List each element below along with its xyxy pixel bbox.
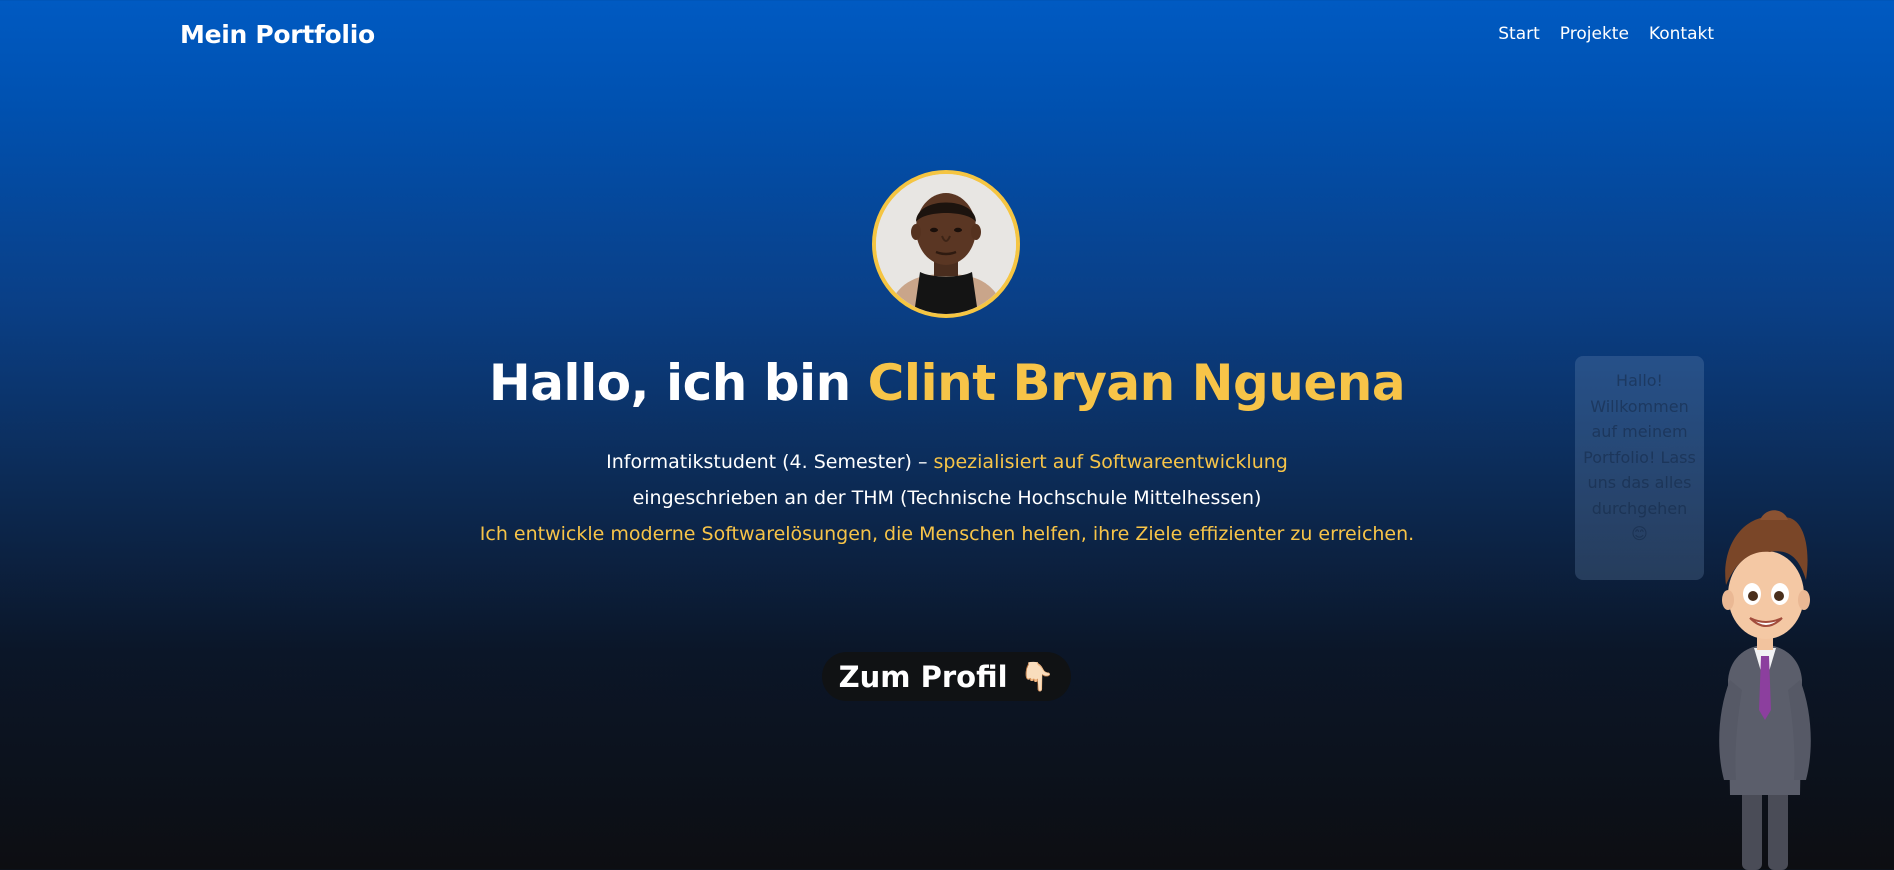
line1-highlight: spezialisiert auf Softwareentwicklung <box>933 451 1288 473</box>
profile-button-label: Zum Profil <box>838 659 1008 694</box>
site-header: Mein Portfolio Start Projekte Kontakt <box>0 0 1894 72</box>
nav-link-start[interactable]: Start <box>1498 24 1540 44</box>
profile-button[interactable]: Zum Profil 👇🏻 <box>822 652 1071 701</box>
mascot-character[interactable] <box>1700 510 1830 870</box>
brand-logo[interactable]: Mein Portfolio <box>180 20 375 49</box>
pointing-down-icon: 👇🏻 <box>1019 660 1055 693</box>
nav-link-kontakt[interactable]: Kontakt <box>1649 24 1714 44</box>
headline-prefix: Hallo, ich bin <box>488 354 868 412</box>
profile-photo <box>872 170 1020 318</box>
assistant-speech-bubble: Hallo! Willkommen auf meinem Portfolio! … <box>1575 356 1704 580</box>
main-nav: Start Projekte Kontakt <box>1498 24 1714 44</box>
headline-name: Clint Bryan Nguena <box>867 354 1406 412</box>
nav-link-projekte[interactable]: Projekte <box>1560 24 1629 44</box>
line1-prefix: Informatikstudent (4. Semester) – <box>606 451 934 473</box>
